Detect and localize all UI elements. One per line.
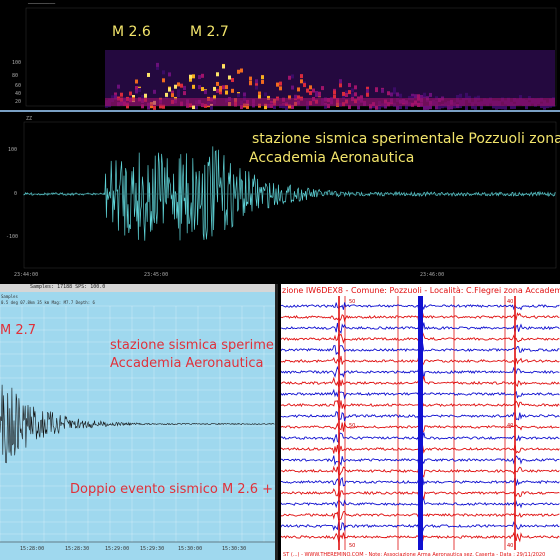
drum-footer: ST (...) - WWW.THEREMINO.COM - Note: Ass… xyxy=(283,552,546,558)
drum-recorder-plot xyxy=(281,296,560,550)
waveform-ytick: 0 xyxy=(14,191,18,197)
waveform-xtick: 23:46:00 xyxy=(420,272,445,278)
helicorder-xtick: 15:29:30 xyxy=(140,546,165,552)
helicorder-panel: Samples: 17188 SPS: 100.0 Samples 0.5 de… xyxy=(0,284,278,560)
helicorder-xtick: 15:28:30 xyxy=(65,546,90,552)
drum-marker-label: 50 xyxy=(349,423,356,429)
spectrogram-ytick: 80 xyxy=(12,73,19,79)
magnitude-label-2: M 2.7 xyxy=(190,24,229,40)
spectrogram-panel: ───────── 100 80 60 40 20 M 2.6 M 2.7 xyxy=(0,0,560,112)
spectrogram-header: ───────── xyxy=(28,1,56,7)
drum-marker-label: 50 xyxy=(349,543,356,549)
spectrogram-ytick: 20 xyxy=(15,99,22,105)
drum-marker-label: 50 xyxy=(349,299,356,305)
magnitude-label-1: M 2.6 xyxy=(112,24,151,40)
waveform-ytick: 100 xyxy=(8,147,18,153)
waveform-panel: ZZ 100 0 -100 23:44:00 23:45:00 23:46:00… xyxy=(0,114,560,284)
spectrogram-ytick: 60 xyxy=(15,83,22,89)
helicorder-footer-annotation: Doppio evento sismico M 2.6 + M 2.7 xyxy=(70,482,275,497)
drum-marker-label: 40 xyxy=(507,299,514,305)
drum-marker-label: 40 xyxy=(507,423,514,429)
helicorder-trace xyxy=(0,384,275,464)
helicorder-xtick: 15:28:00 xyxy=(20,546,45,552)
spectrogram-ytick: 40 xyxy=(15,91,22,97)
helicorder-plot xyxy=(0,305,275,543)
waveform-xtick: 23:44:00 xyxy=(14,272,39,278)
spectrogram-ytick: 100 xyxy=(12,60,22,66)
helicorder-annotation-2: Accademia Aeronautica xyxy=(110,356,264,371)
helicorder-xtick: 15:30:00 xyxy=(178,546,203,552)
helicorder-annotation-1: stazione sismica sperimentale xyxy=(110,338,275,353)
waveform-channel: ZZ xyxy=(26,116,33,122)
waveform-annotation-2: Accademia Aeronautica xyxy=(249,150,415,166)
waveform-annotation-1: stazione sismica sperimentale Pozzuoli z… xyxy=(252,131,560,147)
helicorder-xtick: 15:29:00 xyxy=(105,546,130,552)
helicorder-magnitude: M 2.7 xyxy=(0,323,37,338)
waveform-xtick: 23:45:00 xyxy=(144,272,169,278)
drum-recorder-panel: zione IW6DEX8 - Comune: Pozzuoli - Local… xyxy=(281,284,560,560)
spectrogram-plot xyxy=(25,7,557,110)
waveform-ytick: -100 xyxy=(6,234,19,240)
drum-marker-label: 40 xyxy=(507,543,514,549)
drum-header: zione IW6DEX8 - Comune: Pozzuoli - Local… xyxy=(282,286,560,295)
helicorder-xtick: 15:30:30 xyxy=(222,546,247,552)
